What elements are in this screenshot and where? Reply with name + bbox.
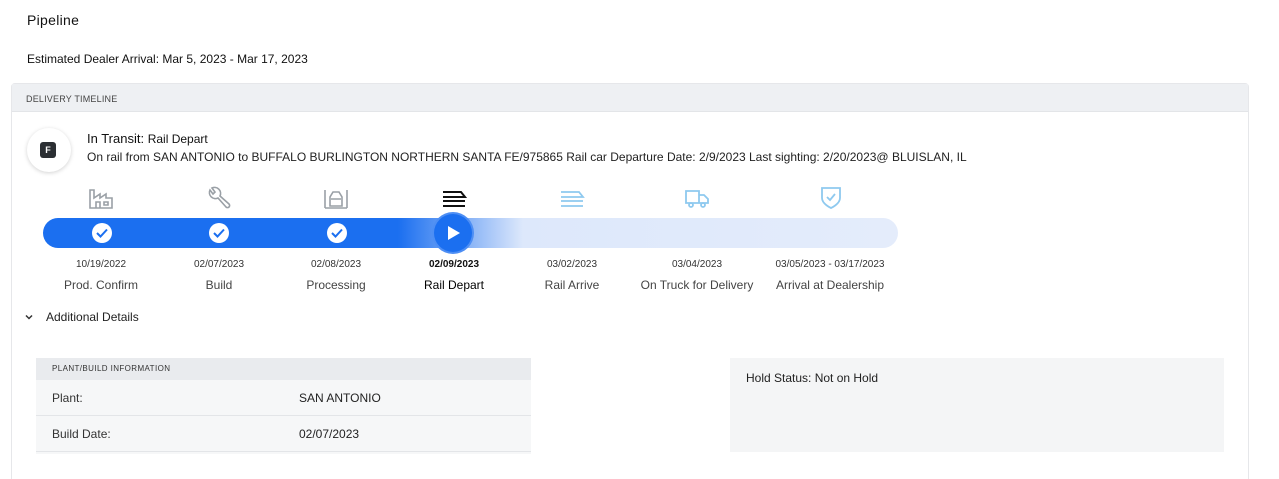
table-row: Plant: SAN ANTONIO xyxy=(36,380,531,416)
rail-icon xyxy=(557,184,587,212)
step-date: 02/07/2023 xyxy=(193,259,245,270)
current-step-play-icon xyxy=(434,214,472,252)
timeline-header: DELIVERY TIMELINE xyxy=(12,84,1248,112)
wrench-icon xyxy=(204,184,234,212)
table-row: Build Date: 02/07/2023 xyxy=(36,416,531,452)
step-date: 02/09/2023 xyxy=(428,259,480,270)
row-value: SAN ANTONIO xyxy=(299,391,381,405)
additional-details-label: Additional Details xyxy=(46,310,139,324)
step-date: 02/08/2023 xyxy=(310,259,362,270)
step-complete-icon xyxy=(209,223,229,243)
delivery-timeline-card: DELIVERY TIMELINE F In Transit: Rail Dep… xyxy=(11,83,1249,479)
hold-status-panel: Hold Status: Not on Hold xyxy=(730,358,1224,452)
step-date: 03/05/2023 - 03/17/2023 xyxy=(775,259,885,270)
step-date: 10/19/2022 xyxy=(75,259,127,270)
row-key: Build Date: xyxy=(52,427,111,441)
truck-icon xyxy=(682,184,712,212)
status-prefix: In Transit: xyxy=(87,131,145,146)
rail-icon xyxy=(439,184,469,212)
status-value: Rail Depart xyxy=(147,132,208,146)
row-value: 02/07/2023 xyxy=(299,427,360,441)
step-date: 03/04/2023 xyxy=(671,259,723,270)
status-badge: F xyxy=(40,142,56,158)
step-complete-icon xyxy=(327,223,347,243)
step-label: Arrival at Dealership xyxy=(775,278,885,292)
plant-build-panel: PLANT/BUILD INFORMATION Plant: SAN ANTON… xyxy=(36,358,531,454)
step-complete-icon xyxy=(92,223,112,243)
status-heading: In Transit: Rail Depart xyxy=(87,131,208,146)
estimated-arrival: Estimated Dealer Arrival: Mar 5, 2023 - … xyxy=(27,52,308,66)
processing-icon xyxy=(321,184,351,212)
shield-check-icon xyxy=(816,184,846,212)
additional-details-toggle[interactable]: Additional Details xyxy=(24,310,139,324)
factory-icon xyxy=(86,184,116,212)
status-detail: On rail from SAN ANTONIO to BUFFALO BURL… xyxy=(87,150,967,164)
plant-build-header: PLANT/BUILD INFORMATION xyxy=(36,358,531,380)
hold-status: Hold Status: Not on Hold xyxy=(746,371,879,385)
page-title: Pipeline xyxy=(27,12,80,28)
status-avatar: F xyxy=(27,128,71,172)
chevron-down-icon xyxy=(25,314,33,320)
step-date: 03/02/2023 xyxy=(546,259,598,270)
row-key: Plant: xyxy=(52,391,83,405)
step-label: On Truck for Delivery xyxy=(640,278,754,292)
